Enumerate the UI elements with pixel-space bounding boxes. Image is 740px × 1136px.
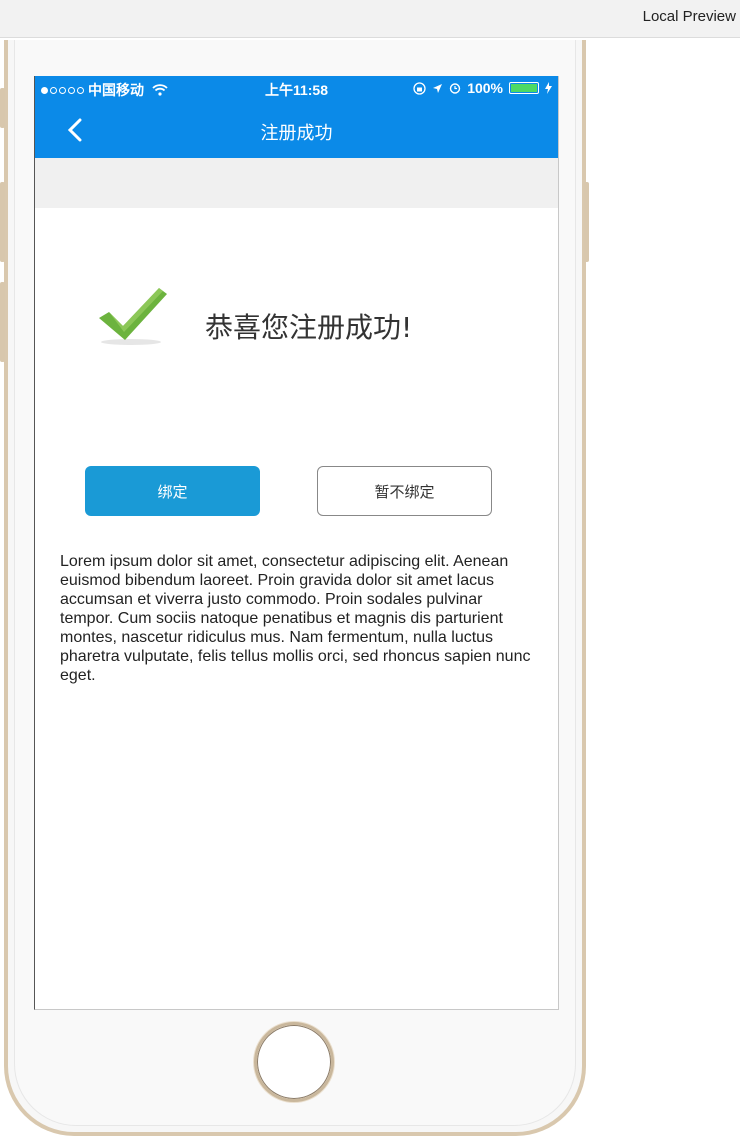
lock-rotation-icon: [413, 81, 426, 95]
bind-button[interactable]: 绑定: [85, 466, 260, 516]
page-title: 注册成功: [260, 123, 333, 144]
success-message: 恭喜您注册成功!: [205, 311, 413, 344]
body-text: Lorem ipsum dolor sit amet, consectetur …: [60, 553, 531, 684]
home-button[interactable]: [254, 1022, 334, 1102]
location-icon: [433, 83, 443, 93]
skip-bind-button[interactable]: 暂不绑定: [317, 466, 492, 516]
phone-screen: 中国移动 上午11:58 100% 注册成功 恭喜您注册成功! 绑定 暂不绑定 …: [34, 76, 559, 1010]
status-right: 100%: [413, 80, 552, 96]
preview-bar: Local Preview: [0, 0, 740, 38]
preview-title: Local Preview: [642, 8, 736, 25]
side-button: [0, 182, 5, 262]
battery-percent: 100%: [467, 80, 503, 96]
battery-icon: [509, 82, 539, 94]
alarm-icon: [449, 83, 461, 94]
side-button: [0, 88, 5, 128]
side-button: [0, 282, 5, 362]
status-bar: 中国移动 上午11:58 100%: [35, 76, 558, 102]
charging-icon: [545, 82, 552, 94]
side-button: [584, 182, 589, 262]
header-spacer: [35, 158, 558, 208]
nav-bar: 注册成功: [35, 102, 558, 158]
battery-level: [511, 84, 537, 92]
checkmark-icon: [99, 288, 167, 345]
